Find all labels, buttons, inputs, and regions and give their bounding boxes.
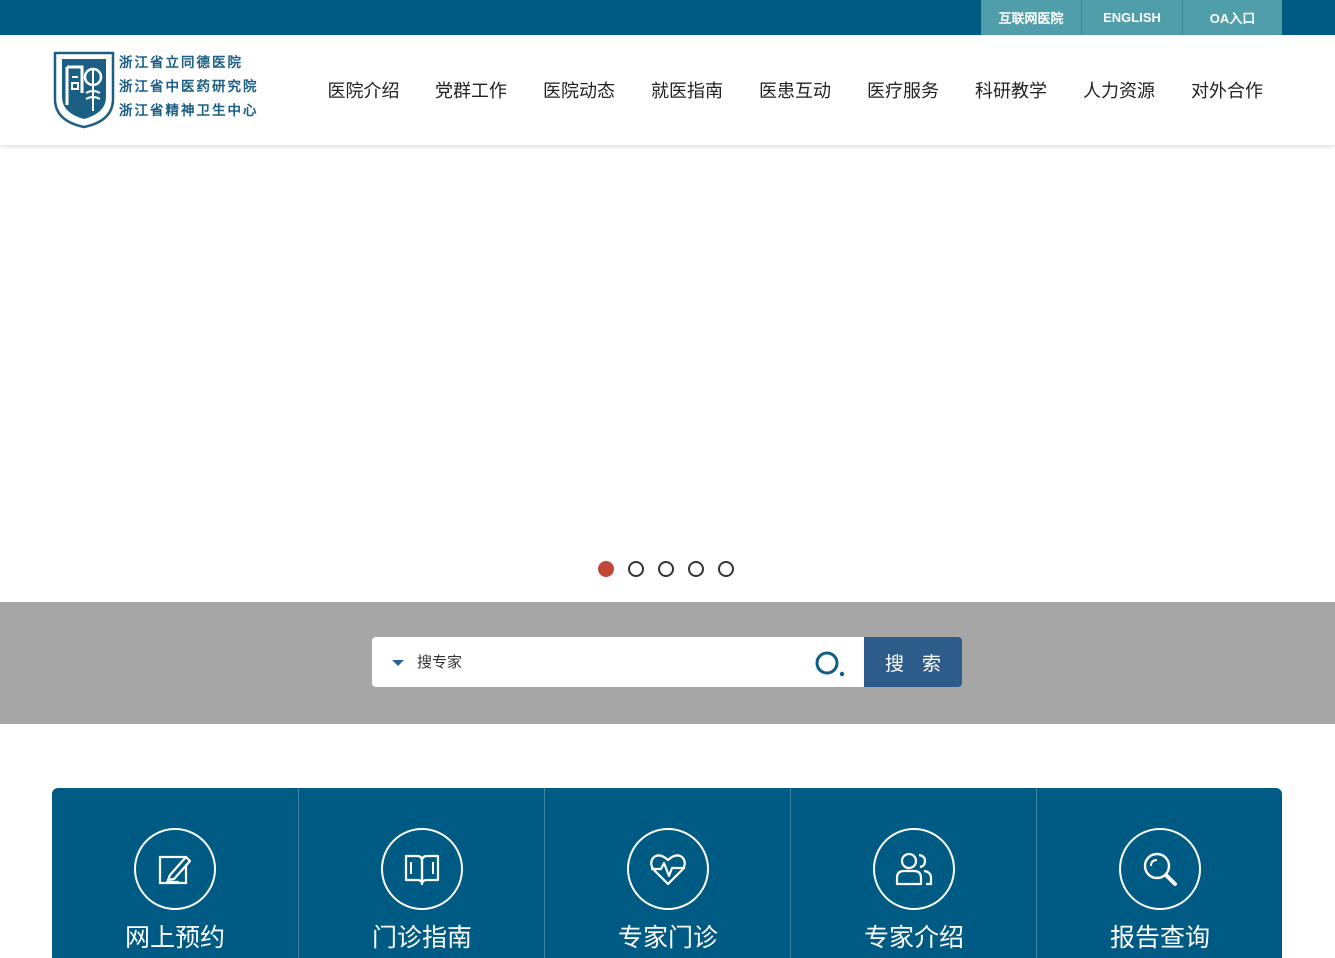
top-links: 互联网医院 ENGLISH OA入口	[981, 0, 1282, 35]
banner-carousel	[0, 145, 1335, 602]
nav-patient-interaction[interactable]: 医患互动	[741, 35, 849, 145]
search-section: 搜专家 搜 索	[0, 602, 1335, 724]
nav-patient-guide[interactable]: 就医指南	[633, 35, 741, 145]
nav-hospital-news[interactable]: 医院动态	[525, 35, 633, 145]
carousel-dots	[598, 561, 734, 577]
quick-link-online-booking[interactable]: 网上预约	[52, 788, 298, 958]
carousel-dot-3[interactable]	[658, 561, 674, 577]
carousel-dot-5[interactable]	[718, 561, 734, 577]
edit-icon	[158, 855, 192, 885]
heartbeat-icon	[650, 854, 686, 886]
search-icon	[1143, 852, 1177, 886]
top-bar: 互联网医院 ENGLISH OA入口	[0, 0, 1335, 35]
quick-link-icon-circle	[873, 828, 955, 910]
hospital-seal-logo	[53, 51, 115, 129]
site-header: 浙江省立同德医院 浙江省中医药研究院 浙江省精神卫生中心 医院介绍 党群工作 医…	[0, 35, 1335, 145]
carousel-dot-4[interactable]	[688, 561, 704, 577]
quick-link-report-query[interactable]: 报告查询	[1036, 788, 1282, 958]
quick-link-label: 门诊指南	[371, 923, 472, 952]
quick-link-label: 专家介绍	[863, 923, 964, 952]
carousel-dot-2[interactable]	[628, 561, 644, 577]
nav-human-resources[interactable]: 人力资源	[1065, 35, 1173, 145]
nav-medical-services[interactable]: 医疗服务	[849, 35, 957, 145]
nav-party-work[interactable]: 党群工作	[417, 35, 525, 145]
search-input[interactable]	[472, 647, 802, 677]
quick-link-expert-clinic[interactable]: 专家门诊	[544, 788, 790, 958]
main-nav: 医院介绍 党群工作 医院动态 就医指南 医患互动 医疗服务 科研教学 人力资源 …	[310, 35, 1281, 145]
quick-link-icon-circle	[381, 828, 463, 910]
search-scope-select[interactable]: 搜专家	[417, 637, 462, 687]
quick-link-label: 专家门诊	[617, 923, 718, 952]
search-box: 搜专家	[372, 637, 864, 687]
oa-entrance-link[interactable]: OA入口	[1182, 0, 1282, 35]
quick-link-icon-circle	[134, 828, 216, 910]
english-link[interactable]: ENGLISH	[1081, 0, 1182, 35]
nav-hospital-intro[interactable]: 医院介绍	[310, 35, 417, 145]
nav-external-cooperation[interactable]: 对外合作	[1173, 35, 1281, 145]
hospital-name-2: 浙江省中医药研究院	[119, 79, 259, 95]
carousel-dot-1[interactable]	[598, 561, 614, 577]
hospital-name-3: 浙江省精神卫生中心	[119, 103, 259, 119]
nav-research-teaching[interactable]: 科研教学	[957, 35, 1065, 145]
quick-link-icon-circle	[1119, 828, 1201, 910]
quick-link-outpatient-guide[interactable]: 门诊指南	[298, 788, 544, 958]
hospital-names: 浙江省立同德医院 浙江省中医药研究院 浙江省精神卫生中心	[119, 51, 259, 123]
quick-link-label: 报告查询	[1109, 923, 1210, 952]
users-icon	[895, 852, 933, 886]
book-icon	[404, 854, 440, 886]
hospital-name-1: 浙江省立同德医院	[119, 55, 243, 71]
chevron-down-icon[interactable]	[392, 660, 404, 666]
quick-link-icon-circle	[627, 828, 709, 910]
search-icon[interactable]	[814, 649, 846, 677]
quick-link-expert-intro[interactable]: 专家介绍	[790, 788, 1036, 958]
quick-links: 网上预约 门诊指南 专家门诊 专家介绍 报告查询	[52, 788, 1282, 958]
quick-link-label: 网上预约	[124, 923, 225, 952]
internet-hospital-link[interactable]: 互联网医院	[981, 0, 1081, 35]
hospital-logo[interactable]: 浙江省立同德医院 浙江省中医药研究院 浙江省精神卫生中心	[52, 49, 267, 129]
search-button[interactable]: 搜 索	[864, 637, 962, 687]
